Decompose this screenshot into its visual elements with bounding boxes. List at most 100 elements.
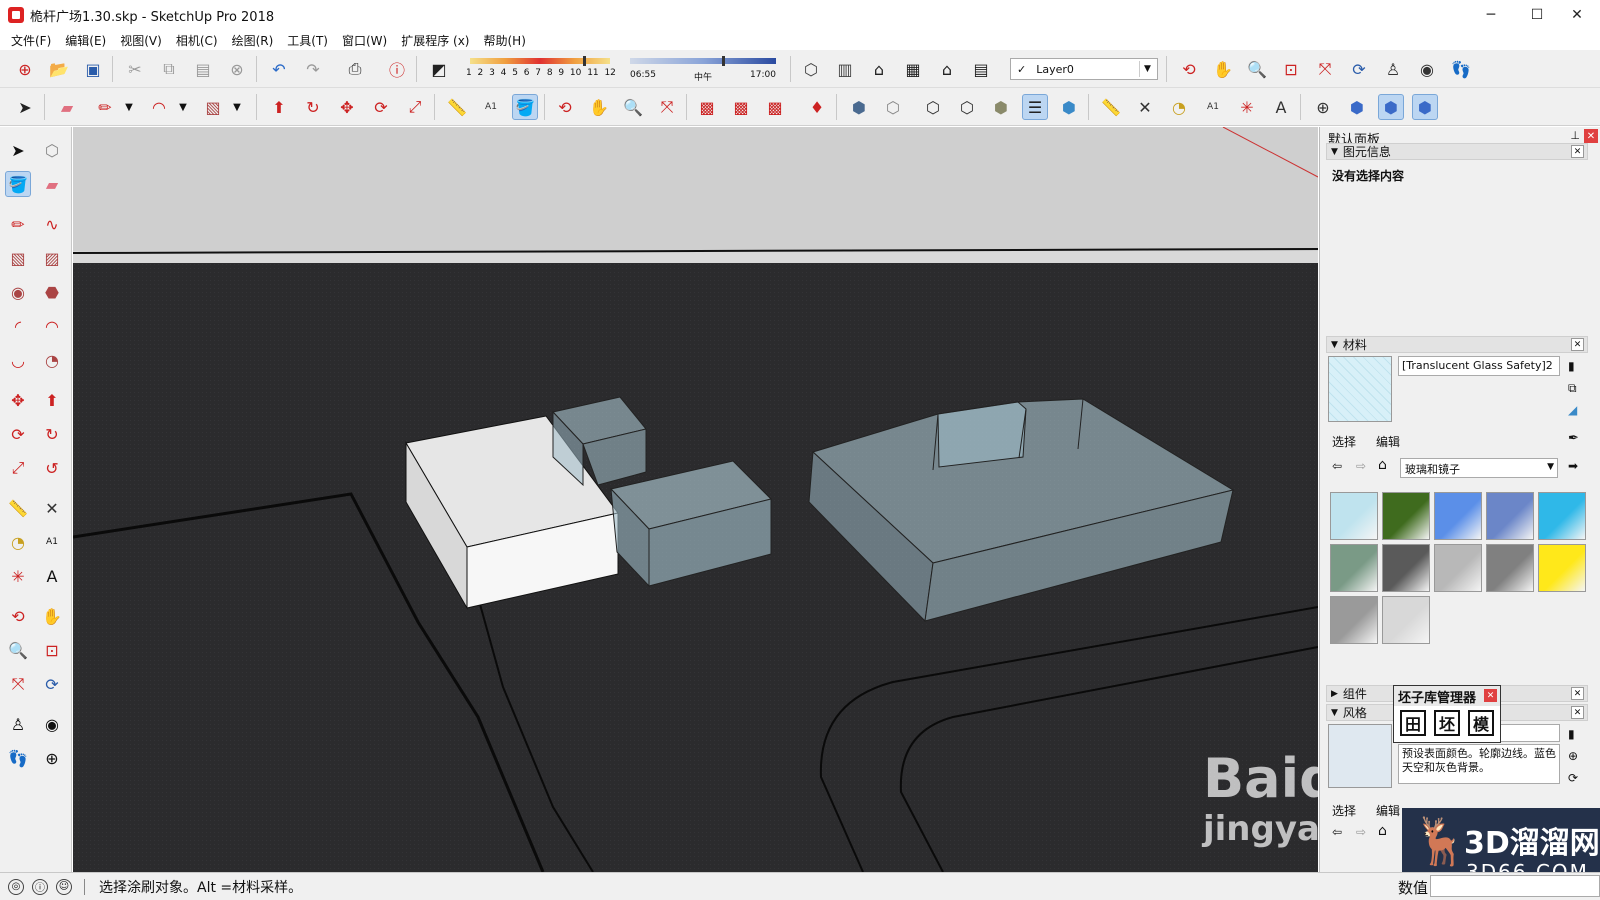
material-swatch[interactable] xyxy=(1382,596,1430,644)
follow-me-icon[interactable]: ↻ xyxy=(39,421,65,447)
protractor-angle-icon[interactable]: ◔ xyxy=(1166,94,1192,120)
popup-button-model[interactable]: 模 xyxy=(1468,710,1494,736)
line-icon[interactable]: ✏ xyxy=(92,94,118,120)
tape-icon[interactable]: 📏 xyxy=(444,94,470,120)
component-icon[interactable]: ⊕ xyxy=(12,56,38,82)
paste-icon[interactable]: ▤ xyxy=(190,56,216,82)
eraser-icon[interactable]: ▰ xyxy=(54,94,80,120)
cut-icon[interactable]: ✂ xyxy=(122,56,148,82)
menu-camera[interactable]: 相机(C) xyxy=(169,32,225,49)
menu-draw[interactable]: 绘图(R) xyxy=(225,32,281,49)
circle-icon[interactable]: ◉ xyxy=(5,279,31,305)
pin-icon[interactable]: ⊥ xyxy=(1570,129,1580,142)
popup-close-icon[interactable]: ✕ xyxy=(1484,689,1497,702)
materials-close-icon[interactable]: ✕ xyxy=(1571,338,1584,351)
styles-back-icon[interactable]: ⇦ xyxy=(1332,825,1342,839)
erase-icon[interactable]: ⊗ xyxy=(224,56,250,82)
chevron-down-icon[interactable]: ▼ xyxy=(1139,61,1155,77)
geo-location-icon[interactable]: ◎ xyxy=(8,878,24,895)
scale-icon[interactable]: ⤢ xyxy=(402,94,428,120)
move-icon[interactable]: ✥ xyxy=(334,94,360,120)
rotate-icon[interactable]: ⟳ xyxy=(368,94,394,120)
axes-icon[interactable]: ✳ xyxy=(1234,94,1260,120)
measurements-input[interactable] xyxy=(1430,875,1600,897)
close-icon[interactable]: ✕ xyxy=(1554,0,1600,30)
section-cut-icon[interactable]: ⬢ xyxy=(1378,94,1404,120)
two-point-arc-icon[interactable]: ◠ xyxy=(39,313,65,339)
menu-help[interactable]: 帮助(H) xyxy=(476,32,532,49)
ruby-icon[interactable]: ♦ xyxy=(804,94,830,120)
dimension-icon[interactable]: 📏 xyxy=(1098,94,1124,120)
material-name-field[interactable]: [Translucent Glass Safety]2 xyxy=(1398,356,1560,376)
sketchup-app-icon[interactable] xyxy=(8,7,24,23)
tape-icon[interactable]: 📏 xyxy=(5,495,31,521)
user-icon[interactable]: ☺ xyxy=(56,878,72,895)
shadow-time-slider[interactable]: 06:55 中午 17:00 xyxy=(630,56,776,84)
push-pull-icon[interactable]: ⬆ xyxy=(266,94,292,120)
walk-icon[interactable]: 👣 xyxy=(5,745,31,771)
details-arrow-icon[interactable]: ➡ xyxy=(1568,459,1578,473)
text-icon[interactable]: A1 xyxy=(478,94,504,120)
material-library-select[interactable]: 玻璃和镜子 ▼ xyxy=(1400,458,1558,478)
material-swatch[interactable] xyxy=(1538,492,1586,540)
rectangle-dropdown-icon[interactable]: ▼ xyxy=(224,94,250,120)
update-style-icon[interactable]: ▮ xyxy=(1568,727,1575,741)
material-swatch[interactable] xyxy=(1330,492,1378,540)
scale-icon[interactable]: ⤢ xyxy=(5,455,31,481)
arc-icon[interactable]: ◜ xyxy=(5,313,31,339)
menu-file[interactable]: 文件(F) xyxy=(4,32,58,49)
select-icon[interactable]: ➤ xyxy=(12,94,38,120)
material-swatch[interactable] xyxy=(1486,492,1534,540)
extension-icon[interactable]: ▩ xyxy=(762,94,788,120)
back-view-icon[interactable]: ⌂ xyxy=(934,56,960,82)
redo-icon[interactable]: ↷ xyxy=(300,56,326,82)
arc-icon[interactable]: ◠ xyxy=(146,94,172,120)
walk-icon[interactable]: 👣 xyxy=(1448,56,1474,82)
entity-info-close-icon[interactable]: ✕ xyxy=(1571,145,1584,158)
material-swatch[interactable] xyxy=(1538,544,1586,592)
previous-view-icon[interactable]: ⟳ xyxy=(39,671,65,697)
create-material-icon[interactable]: ⧉ xyxy=(1568,381,1577,396)
push-pull-icon[interactable]: ⬆ xyxy=(39,387,65,413)
components-close-icon[interactable]: ✕ xyxy=(1571,687,1584,700)
line-icon[interactable]: ✏ xyxy=(5,211,31,237)
orbit-icon[interactable]: ⟲ xyxy=(5,603,31,629)
material-swatch[interactable] xyxy=(1330,596,1378,644)
popup-button-grid[interactable]: 田 xyxy=(1400,710,1426,736)
model-viewport[interactable]: Baidu jingyan xyxy=(73,127,1318,872)
back-edges-icon[interactable]: ⬡ xyxy=(880,94,906,120)
popup-button-blank[interactable]: 坯 xyxy=(1434,710,1460,736)
styles-forward-icon[interactable]: ⇨ xyxy=(1356,825,1366,839)
make-component-icon[interactable]: ⬡ xyxy=(39,137,65,163)
default-material-icon[interactable]: ◢ xyxy=(1568,403,1577,417)
materials-header[interactable]: ▼ 材料 ✕ xyxy=(1326,336,1588,353)
orbit-icon[interactable]: ⟲ xyxy=(1176,56,1202,82)
text-a-icon[interactable]: A xyxy=(1268,94,1294,120)
pan-icon[interactable]: ✋ xyxy=(39,603,65,629)
shadow-month-slider[interactable]: 1 2 3 4 5 6 7 8 9 10 11 12 xyxy=(466,56,616,84)
eraser-icon[interactable]: ▰ xyxy=(39,171,65,197)
print-icon[interactable]: ⎙ xyxy=(342,56,368,82)
protractor-icon[interactable]: ✕ xyxy=(1132,94,1158,120)
zoom-extents-icon[interactable]: ⤧ xyxy=(654,94,680,120)
refresh-style-icon[interactable]: ⟳ xyxy=(1568,771,1578,785)
material-swatch[interactable] xyxy=(1434,544,1482,592)
line-dropdown-icon[interactable]: ▼ xyxy=(116,94,142,120)
styles-tab-edit[interactable]: 编辑 xyxy=(1376,802,1400,819)
iso-icon[interactable]: ⬡ xyxy=(798,56,824,82)
zoom-icon[interactable]: 🔍 xyxy=(5,637,31,663)
freehand-icon[interactable]: ∿ xyxy=(39,211,65,237)
minimize-icon[interactable]: ─ xyxy=(1468,0,1514,30)
select-icon[interactable]: ➤ xyxy=(5,137,31,163)
tray-close-icon[interactable]: ✕ xyxy=(1584,129,1598,143)
menu-edit[interactable]: 编辑(E) xyxy=(58,32,113,49)
back-arrow-icon[interactable]: ⇦ xyxy=(1332,459,1342,473)
move-icon[interactable]: ✥ xyxy=(5,387,31,413)
home-icon[interactable]: ⌂ xyxy=(1378,457,1387,473)
position-camera-icon[interactable]: ♙ xyxy=(5,711,31,737)
axes-icon[interactable]: ✳ xyxy=(5,563,31,589)
sample-paint-icon[interactable]: ▮ xyxy=(1568,359,1575,373)
section-fill-icon[interactable]: ⬢ xyxy=(1412,94,1438,120)
material-swatch[interactable] xyxy=(1486,544,1534,592)
look-around-icon[interactable]: ◉ xyxy=(1414,56,1440,82)
